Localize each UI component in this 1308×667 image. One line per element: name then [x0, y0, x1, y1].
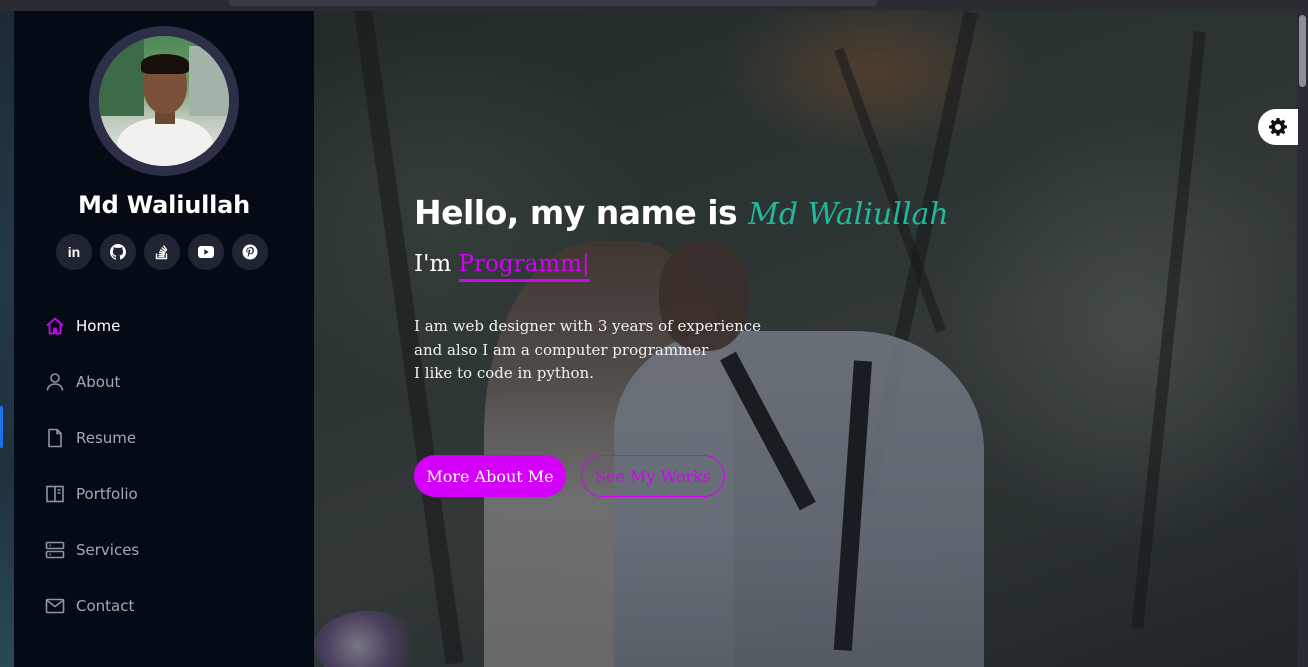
pinterest-icon [242, 244, 258, 260]
linkedin-icon: in [67, 244, 81, 260]
browser-top-bar [0, 0, 1308, 11]
hero-desc-line: I am web designer with 3 years of experi… [414, 317, 762, 335]
stackoverflow-link[interactable] [144, 234, 180, 270]
hero-typed-line: I'm Programm| [414, 251, 590, 282]
hero-typed-text: Programm| [458, 251, 590, 282]
nav-item-about[interactable]: About [44, 368, 120, 396]
nav-label-portfolio: Portfolio [76, 485, 138, 503]
nav-item-portfolio[interactable]: Portfolio [44, 480, 138, 508]
sidebar: Md Waliullah in Home About Resume Portfo… [14, 11, 314, 667]
nav-label-about: About [76, 373, 121, 391]
file-icon [44, 427, 66, 449]
home-icon [44, 315, 66, 337]
nav-label-contact: Contact [76, 597, 135, 615]
hero-heading: Hello, my name is Md Waliullah [414, 193, 949, 232]
hero-desc-line: and also I am a computer programmer [414, 340, 709, 359]
nav-item-contact[interactable]: Contact [44, 592, 134, 620]
scrollbar-thumb[interactable] [1299, 15, 1306, 87]
avatar [89, 26, 239, 176]
youtube-link[interactable] [188, 234, 224, 270]
book-icon [44, 483, 66, 505]
github-link[interactable] [100, 234, 136, 270]
nav-item-services[interactable]: Services [44, 536, 139, 564]
github-icon [110, 244, 126, 260]
nav-item-home[interactable]: Home [44, 312, 120, 340]
gear-icon [1269, 118, 1287, 136]
hero-iam-prefix: I'm [414, 251, 459, 277]
hero-desc-line: I like to code in python. [414, 364, 594, 382]
hero-section: Hello, my name is Md Waliullah I'm Progr… [314, 11, 1297, 667]
user-icon [44, 371, 66, 393]
profile-photo [99, 36, 229, 166]
see-my-works-button[interactable]: See My Works [581, 455, 725, 497]
more-about-me-button[interactable]: More About Me [414, 455, 566, 497]
background-window-edge [0, 11, 14, 667]
nav-item-resume[interactable]: Resume [44, 424, 136, 452]
stackoverflow-icon [155, 245, 168, 260]
social-links: in [56, 234, 276, 270]
nav-label-services: Services [76, 541, 140, 559]
hero-description: I am web designer with 3 years of experi… [414, 315, 834, 386]
window-edge-marker [0, 406, 3, 448]
linkedin-link[interactable]: in [56, 234, 92, 270]
envelope-icon [44, 595, 66, 617]
nav-label-home: Home [76, 317, 121, 335]
hero-greeting: Hello, my name is [414, 193, 749, 232]
scrollbar[interactable] [1297, 11, 1308, 667]
browser-tab-strip [229, 0, 877, 6]
profile-name: Md Waliullah [77, 191, 251, 219]
hero-script-name: Md Waliullah [748, 197, 949, 232]
youtube-icon [198, 246, 214, 258]
settings-toggle[interactable] [1258, 109, 1298, 145]
server-icon [44, 539, 66, 561]
nav-label-resume: Resume [76, 429, 137, 447]
pinterest-link[interactable] [232, 234, 268, 270]
